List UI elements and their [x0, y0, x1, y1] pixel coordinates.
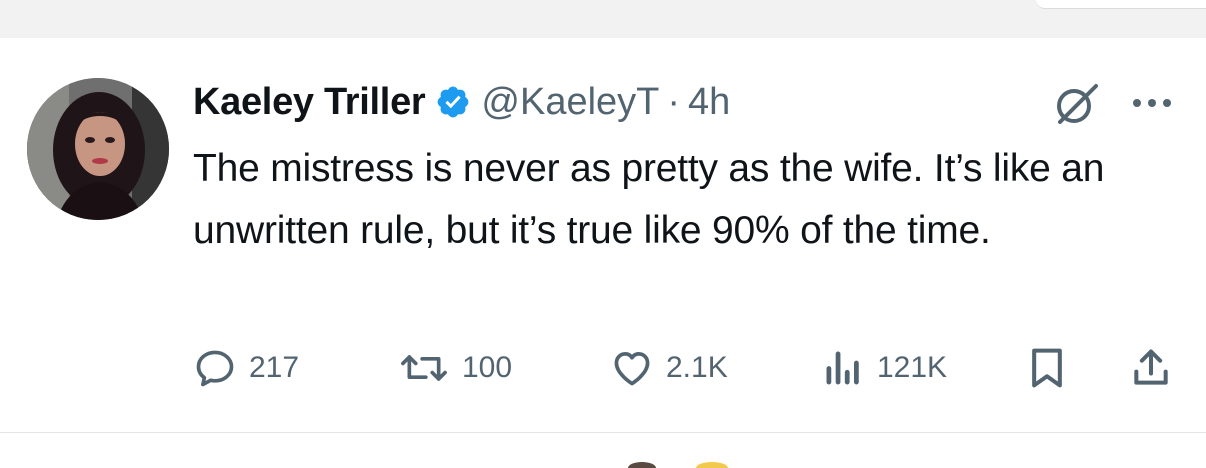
top-strip-curve	[1036, 0, 1206, 9]
tweet-divider	[0, 432, 1206, 433]
next-tweet-peek	[628, 462, 728, 468]
like-count: 2.1K	[666, 351, 728, 384]
grok-icon[interactable]	[1050, 78, 1102, 130]
bookmark-icon	[1032, 348, 1062, 388]
author-handle[interactable]: @KaeleyT	[481, 81, 659, 124]
like-button[interactable]: 2.1K	[610, 340, 728, 396]
retweet-count: 100	[462, 351, 513, 384]
avatar[interactable]	[27, 78, 169, 220]
reply-count: 217	[249, 351, 300, 384]
views-button[interactable]: 121K	[823, 340, 947, 396]
share-button[interactable]	[1129, 340, 1173, 396]
retweet-button[interactable]: 100	[398, 340, 512, 396]
retweet-icon	[401, 355, 447, 381]
avatar-image	[27, 78, 169, 220]
reply-icon	[196, 350, 234, 387]
bookmark-button[interactable]	[1025, 340, 1069, 396]
tweet[interactable]: Kaeley Triller @KaeleyT · 4h The mistres…	[0, 38, 1206, 432]
share-icon	[1134, 349, 1168, 385]
verified-badge-icon	[435, 84, 471, 120]
separator-dot: ·	[667, 80, 681, 123]
action-bar: 217 100 2.1K 121K	[193, 340, 1183, 396]
top-strip	[0, 0, 1206, 38]
views-count: 121K	[877, 351, 948, 384]
reply-button[interactable]: 217	[193, 340, 299, 396]
tweet-header: Kaeley Triller @KaeleyT · 4h	[193, 78, 730, 126]
views-icon	[826, 351, 859, 385]
timestamp[interactable]: 4h	[688, 81, 730, 124]
more-icon[interactable]	[1130, 96, 1174, 110]
tweet-text: The mistress is never as pretty as the w…	[193, 147, 1105, 252]
author-name[interactable]: Kaeley Triller	[193, 81, 426, 124]
like-icon	[614, 352, 650, 386]
